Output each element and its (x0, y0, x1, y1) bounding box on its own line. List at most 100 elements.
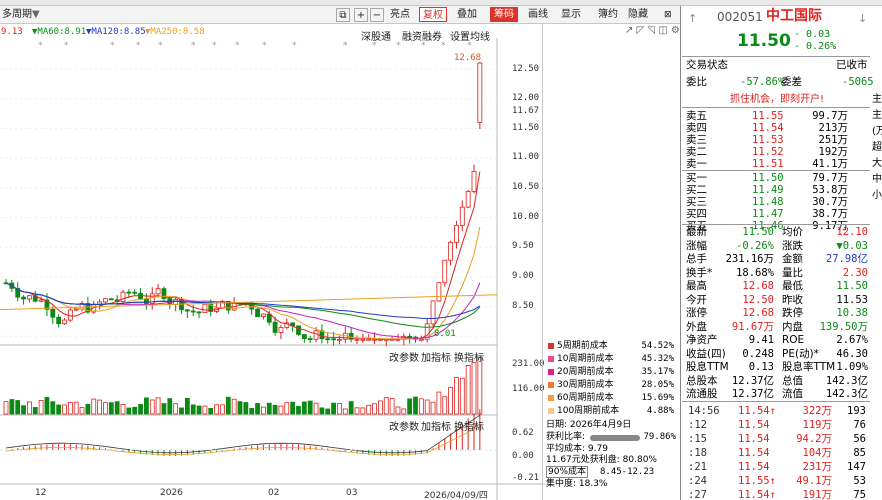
candle-body (436, 282, 442, 302)
price-tick: 11.00 (512, 152, 540, 162)
tick-count: 76 (853, 419, 866, 431)
volume-bar (454, 377, 459, 415)
promo-link[interactable]: 抓住机会，即刻开户! (730, 93, 824, 106)
order-row[interactable]: 卖三 11.53 251万 (686, 134, 870, 146)
order-price: 11.55 (752, 110, 784, 122)
weicha-value: -5065 (842, 76, 874, 88)
order-row[interactable]: 卖二 11.52 192万 (686, 146, 870, 158)
period-selector[interactable]: 多周期 (2, 8, 32, 22)
edge-labels: 主 主 (万 超 大 中 小 (872, 92, 882, 204)
stat-label: 收益(四) (686, 347, 726, 360)
status-value: 已收市 (836, 59, 868, 71)
event-marker: * (467, 41, 472, 51)
stat-value: 11.50 (836, 280, 868, 292)
order-row[interactable]: 买四 11.47 38.7万 (686, 208, 870, 220)
divider (682, 56, 870, 57)
edge-label: 超 (872, 142, 882, 153)
stat-label: ROE (782, 334, 805, 346)
overlay-button[interactable]: 叠加 (457, 8, 477, 22)
price-tick: 12.00 (512, 93, 540, 103)
candle-body (471, 171, 477, 192)
candle-body (430, 300, 436, 325)
order-row[interactable]: 卖一 11.51 41.1万 (686, 158, 870, 170)
fuquan-button[interactable]: 复权 (419, 7, 447, 22)
period-dropdown-icon[interactable]: ▼ (32, 8, 40, 22)
ma120-line (5, 282, 481, 319)
volume-bar (79, 407, 85, 415)
candle-body (196, 311, 202, 314)
profit-ratio-row: 获利比率: 79.86% (546, 432, 676, 444)
candle-body (337, 338, 342, 341)
candle-body (73, 308, 79, 311)
candle-body (143, 298, 149, 304)
stat-value: 0.13 (748, 361, 774, 373)
highlight-button[interactable]: 亮点 (390, 8, 410, 22)
tick-row: :15 11.54 94.2万 56 (686, 433, 870, 445)
stat-value: 1.09% (836, 361, 868, 373)
order-volume: 192万 (818, 146, 848, 158)
order-row[interactable]: 卖五 11.55 99.7万 (686, 110, 870, 122)
stat-value: 142.3亿 (825, 374, 868, 387)
order-volume: 99.7万 (812, 110, 848, 122)
chart-toolbar: 多周期 ▼ ⧉ + − 亮点 复权 叠加 筹码 画线 显示 簿约 隐藏 ⊠ (0, 6, 680, 24)
order-row[interactable]: 买一 11.50 79.7万 (686, 172, 870, 184)
order-row[interactable]: 卖四 11.54 213万 (686, 122, 870, 134)
draw-line-button[interactable]: 画线 (528, 8, 548, 22)
volume-bar (389, 398, 395, 415)
cost-range-select[interactable]: 90%成本 (546, 465, 589, 478)
volume-bar (331, 402, 337, 415)
vol-add-indicator-button[interactable]: 加指标 (421, 349, 451, 364)
candle-body (202, 303, 208, 313)
chip-legend-row: 30周期前成本 28.05% (548, 379, 674, 391)
ma-label-120: ▼MA120:8.85 (86, 26, 146, 38)
stat-value: 9.41 (748, 334, 774, 346)
zoom-out-icon[interactable]: − (370, 8, 384, 22)
order-row[interactable]: 买二 11.49 53.8万 (686, 184, 870, 196)
vol-param-button[interactable]: 改参数 (389, 349, 419, 364)
tick-volume: 49.1万 (796, 475, 832, 487)
volume-bar (120, 403, 126, 415)
copy-icon[interactable]: ⧉ (336, 8, 350, 22)
chip-tools-icon[interactable]: ↗ ◸ ◹ ◫ ⚙ (625, 25, 680, 36)
stat-value: 10.38 (836, 307, 868, 319)
candle-body (325, 338, 331, 341)
chip-distribution-button[interactable]: 筹码 (490, 7, 518, 22)
volume-bar (149, 399, 155, 415)
zoom-in-icon[interactable]: + (354, 8, 368, 22)
divider (682, 224, 870, 225)
volume-bar (196, 405, 202, 415)
volume-bar (407, 398, 413, 415)
volume-bar (243, 402, 249, 415)
display-button[interactable]: 显示 (561, 8, 581, 22)
volume-bar (161, 403, 167, 415)
ind-switch-indicator-button[interactable]: 换指标 (454, 418, 484, 433)
volume-bar (395, 406, 401, 415)
ind-tick: -0.21 (512, 473, 540, 483)
contract-button[interactable]: 簿约 (598, 8, 618, 22)
candle-body (301, 334, 307, 340)
vol-switch-indicator-button[interactable]: 换指标 (454, 349, 484, 364)
stat-label: 均价 (782, 226, 803, 238)
tick-count: 147 (847, 461, 866, 473)
volume-bar (255, 403, 260, 415)
volume-bar (459, 377, 465, 415)
stat-value: 231.16万 (725, 253, 774, 265)
stat-row: 总手 231.16万 金额 27.98亿 (686, 253, 870, 265)
event-marker: * (212, 41, 217, 51)
stat-label: 流值 (782, 388, 803, 400)
legend-label: 20周期前成本 (557, 367, 614, 377)
order-row[interactable]: 买三 11.48 30.7万 (686, 196, 870, 208)
window-controls-icon[interactable]: ⊠ (664, 8, 672, 22)
ind-add-indicator-button[interactable]: 加指标 (421, 418, 451, 433)
stat-label: 最新 (686, 226, 707, 238)
prev-stock-icon[interactable]: ↑ (688, 12, 697, 25)
stat-value: -0.26% (736, 239, 774, 252)
volume-bar (372, 403, 377, 415)
candle-body (97, 301, 102, 305)
ind-param-button[interactable]: 改参数 (389, 418, 419, 433)
next-stock-icon[interactable]: ↓ (858, 12, 867, 25)
hide-button[interactable]: 隐藏 (628, 8, 648, 22)
candle-body (313, 330, 319, 340)
volume-bar (436, 391, 442, 415)
volume-bar (32, 407, 38, 415)
